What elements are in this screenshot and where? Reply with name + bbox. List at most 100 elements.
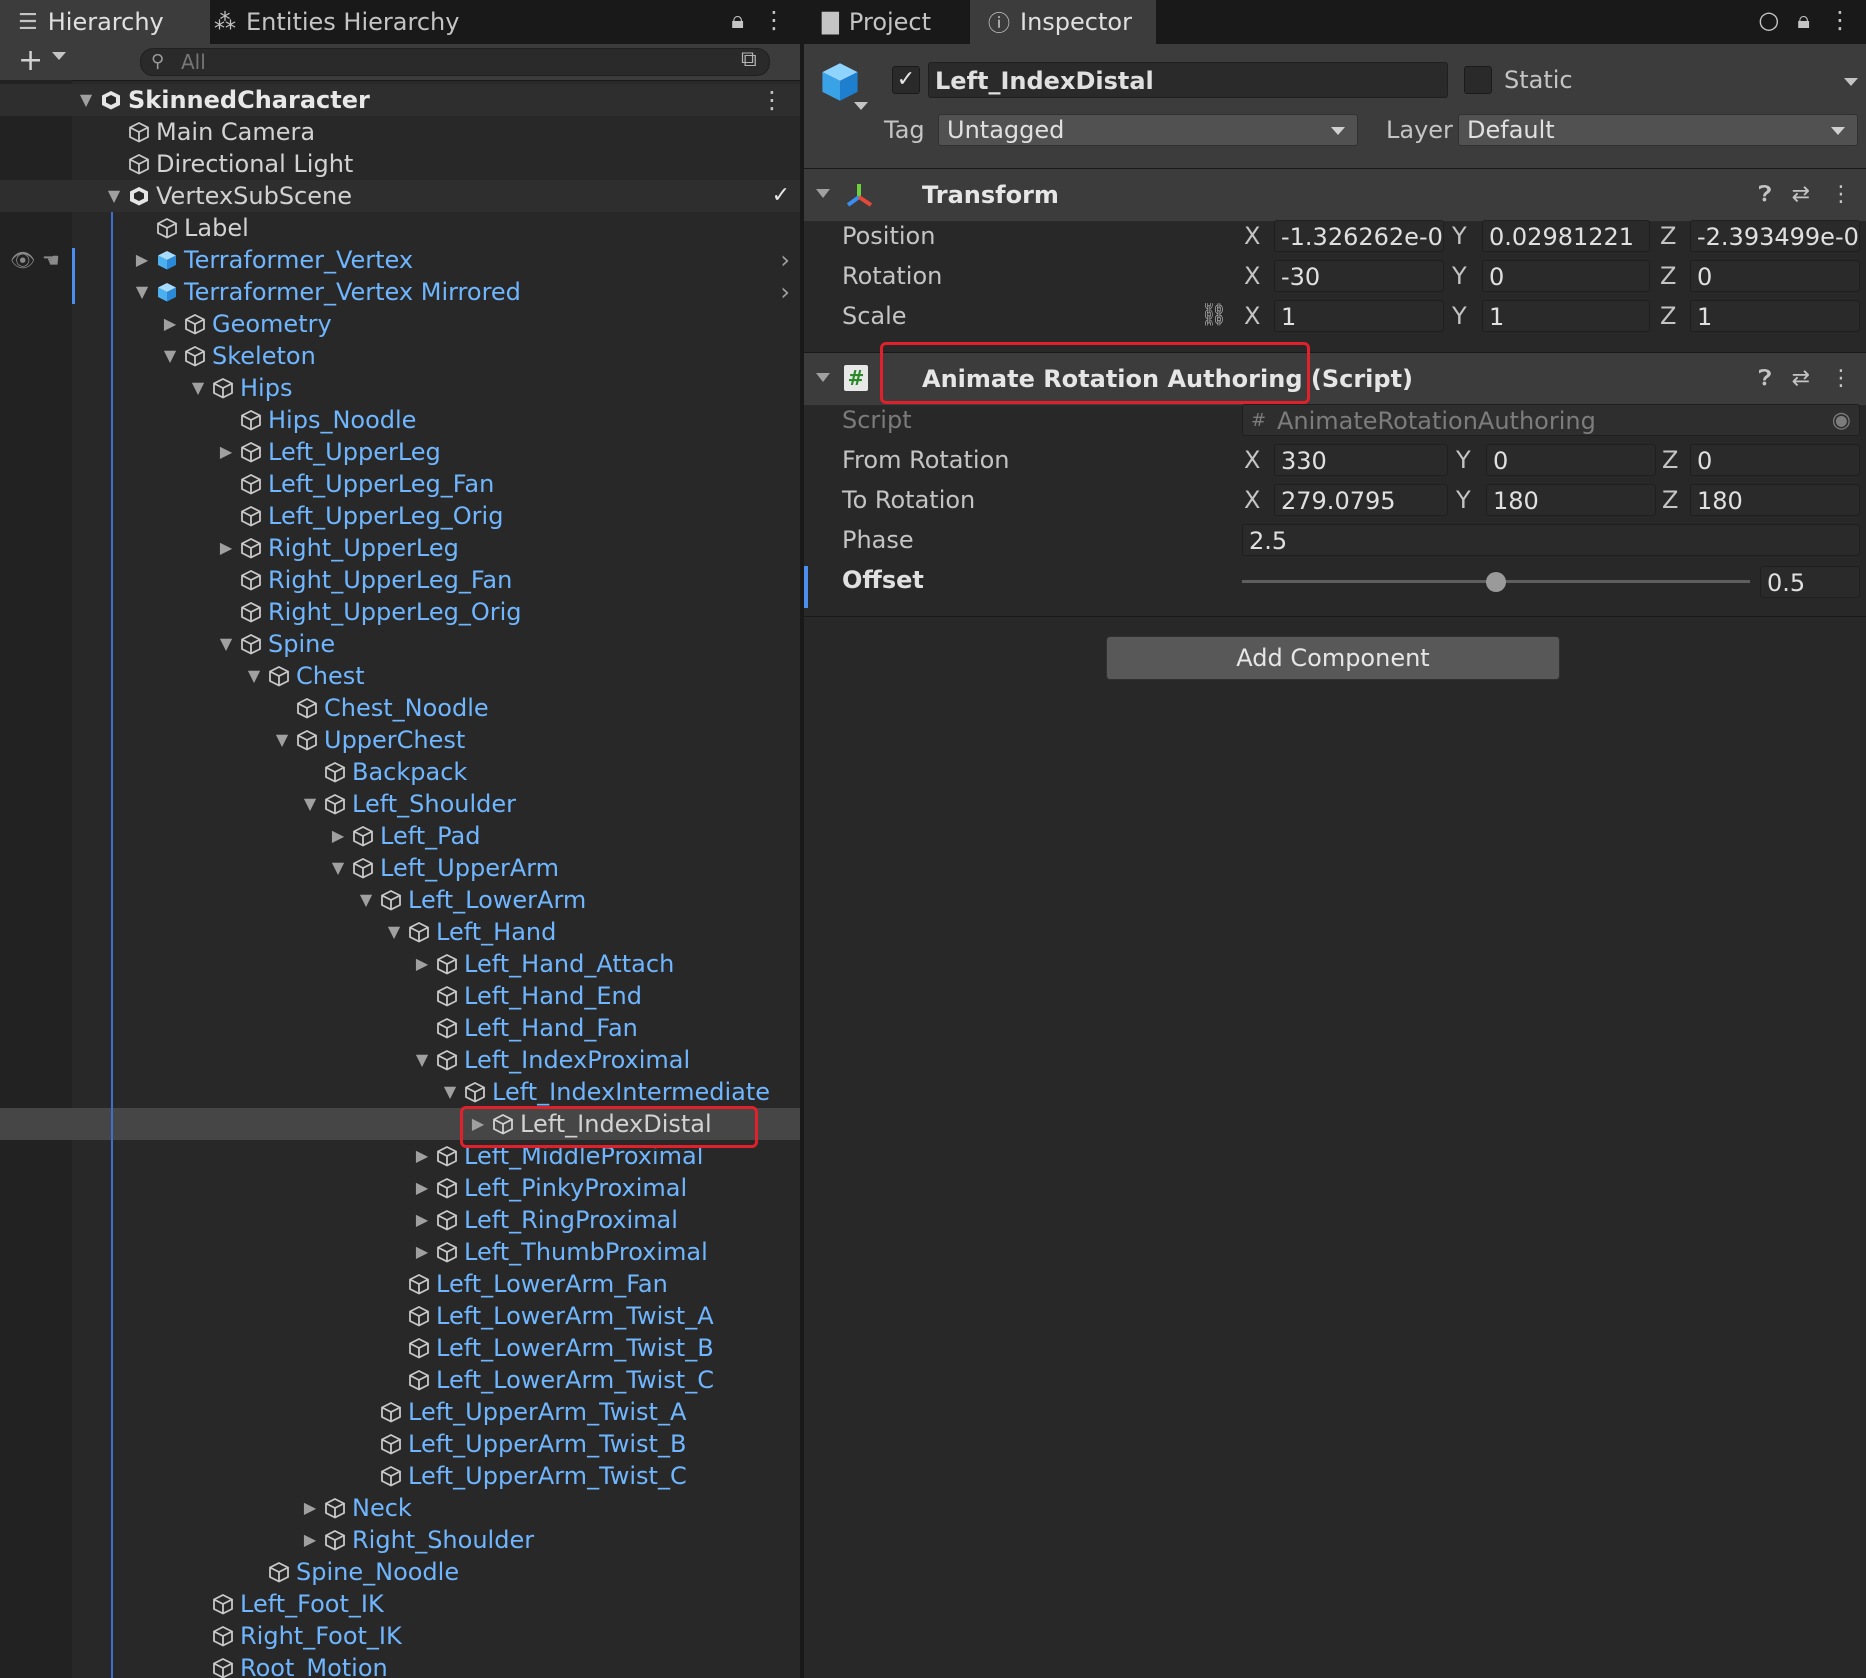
kebab-menu-icon[interactable]: ⋮ <box>760 84 784 116</box>
lock-icon[interactable]: 🔒︎ <box>1797 6 1810 34</box>
expand-closed-arrow-icon[interactable]: ▶ <box>162 308 178 340</box>
hierarchy-row[interactable]: ▼ Left_IndexIntermediate <box>0 1076 800 1108</box>
expand-open-arrow-icon[interactable]: ▼ <box>358 884 374 916</box>
rotation-y-field[interactable]: 0 <box>1482 260 1650 292</box>
to-rotation-z-field[interactable]: 180 <box>1690 484 1860 516</box>
hierarchy-row[interactable]: ▶ Left_RingProximal <box>0 1204 800 1236</box>
hierarchy-row[interactable]: ▼ Spine <box>0 628 800 660</box>
tab-project[interactable]: ▇ Project <box>804 0 970 44</box>
rotation-x-field[interactable]: -30 <box>1274 260 1444 292</box>
expand-closed-arrow-icon[interactable]: ▶ <box>414 1204 430 1236</box>
add-object-button[interactable]: + <box>18 46 43 76</box>
hierarchy-row[interactable]: ▶ Left_PinkyProximal <box>0 1172 800 1204</box>
presets-icon[interactable]: ⇄ <box>1792 353 1810 405</box>
hierarchy-row[interactable]: ▶ Left_Hand_Attach <box>0 948 800 980</box>
hierarchy-row[interactable]: ▶ Left_Pad <box>0 820 800 852</box>
hierarchy-row[interactable]: ▶ Left_UpperLeg <box>0 436 800 468</box>
hierarchy-row[interactable]: ▶ Left_ThumbProximal <box>0 1236 800 1268</box>
hierarchy-row[interactable]: Left_LowerArm_Twist_B <box>0 1332 800 1364</box>
scale-z-field[interactable]: 1 <box>1690 300 1860 332</box>
hierarchy-row[interactable]: ▼ UpperChest <box>0 724 800 756</box>
fold-arrow-icon[interactable] <box>816 373 830 382</box>
hierarchy-row[interactable]: Hips_Noodle <box>0 404 800 436</box>
hierarchy-row[interactable]: Left_Hand_End <box>0 980 800 1012</box>
expand-open-arrow-icon[interactable]: ▼ <box>442 1076 458 1108</box>
layer-dropdown[interactable]: Default <box>1458 114 1858 146</box>
tab-entities-hierarchy[interactable]: ⁂ Entities Hierarchy <box>196 0 477 44</box>
hierarchy-row[interactable]: ▼ Skeleton <box>0 340 800 372</box>
lock-icon[interactable]: 🔒︎ <box>731 6 744 34</box>
object-name-field[interactable]: Left_IndexDistal <box>928 62 1448 98</box>
hierarchy-row[interactable]: Left_LowerArm_Twist_A <box>0 1300 800 1332</box>
hierarchy-row[interactable]: ▼ Chest <box>0 660 800 692</box>
hierarchy-row[interactable]: Root_Motion <box>0 1652 800 1678</box>
from-rotation-z-field[interactable]: 0 <box>1690 444 1860 476</box>
expand-open-arrow-icon[interactable]: ▼ <box>302 788 318 820</box>
offset-slider-knob[interactable] <box>1486 572 1506 592</box>
hierarchy-row[interactable]: Backpack <box>0 756 800 788</box>
from-rotation-y-field[interactable]: 0 <box>1486 444 1656 476</box>
visibility-eye-icon[interactable]: 👁︎ <box>10 244 35 276</box>
add-component-button[interactable]: Add Component <box>1106 636 1560 680</box>
to-rotation-x-field[interactable]: 279.0795 <box>1274 484 1448 516</box>
scale-y-field[interactable]: 1 <box>1482 300 1650 332</box>
phase-field[interactable]: 2.5 <box>1242 524 1860 556</box>
hierarchy-row[interactable]: Left_LowerArm_Twist_C <box>0 1364 800 1396</box>
open-prefab-arrow-icon[interactable]: › <box>780 244 790 276</box>
help-icon[interactable]: ❓︎ <box>1758 353 1771 405</box>
hierarchy-row[interactable]: Right_UpperLeg_Orig <box>0 596 800 628</box>
hierarchy-row[interactable]: Left_UpperArm_Twist_B <box>0 1428 800 1460</box>
constrain-proportions-link-icon[interactable]: ⛓ <box>1200 300 1228 332</box>
hierarchy-row[interactable]: ▶ Right_UpperLeg <box>0 532 800 564</box>
active-checkbox[interactable]: ✓ <box>892 66 920 94</box>
check-icon[interactable]: ✓ <box>772 180 790 212</box>
hierarchy-row[interactable]: Spine_Noodle <box>0 1556 800 1588</box>
fold-arrow-icon[interactable] <box>816 189 830 198</box>
hierarchy-row[interactable]: Directional Light <box>0 148 800 180</box>
kebab-menu-icon[interactable]: ⋮ <box>762 6 786 34</box>
hierarchy-row[interactable]: ▼ Left_LowerArm <box>0 884 800 916</box>
hierarchy-row[interactable]: Left_Hand_Fan <box>0 1012 800 1044</box>
hierarchy-row[interactable]: Left_UpperLeg_Orig <box>0 500 800 532</box>
presets-icon[interactable]: ⇄ <box>1792 169 1810 221</box>
expand-open-arrow-icon[interactable]: ▼ <box>414 1044 430 1076</box>
object-picker-icon[interactable]: ◉ <box>1832 405 1851 435</box>
expand-closed-arrow-icon[interactable]: ▶ <box>414 1172 430 1204</box>
kebab-menu-icon[interactable]: ⋮ <box>1828 6 1852 34</box>
expand-open-arrow-icon[interactable]: ▼ <box>274 724 290 756</box>
expand-closed-arrow-icon[interactable]: ▶ <box>134 244 150 276</box>
hierarchy-row[interactable]: ▼ Left_UpperArm <box>0 852 800 884</box>
expand-open-arrow-icon[interactable]: ▼ <box>106 180 122 212</box>
to-rotation-y-field[interactable]: 180 <box>1486 484 1656 516</box>
hierarchy-row[interactable]: ▶ Geometry <box>0 308 800 340</box>
pickable-hand-icon[interactable]: ☚ <box>42 244 60 276</box>
expand-closed-arrow-icon[interactable]: ▶ <box>218 532 234 564</box>
rotation-z-field[interactable]: 0 <box>1690 260 1860 292</box>
transform-component-header[interactable]: Transform ❓︎ ⇄ ⋮ <box>804 168 1866 222</box>
hierarchy-row[interactable]: ▼ VertexSubScene ✓ <box>0 180 800 212</box>
open-prefab-arrow-icon[interactable]: › <box>780 276 790 308</box>
help-icon[interactable]: ❓︎ <box>1758 169 1771 221</box>
tag-dropdown[interactable]: Untagged <box>938 114 1358 146</box>
hierarchy-row[interactable]: Main Camera <box>0 116 800 148</box>
hierarchy-row[interactable]: Left_UpperArm_Twist_A <box>0 1396 800 1428</box>
hierarchy-row[interactable]: ▶ Terraformer_Vertex › 👁︎ ☚ <box>0 244 800 276</box>
kebab-menu-icon[interactable]: ⋮ <box>1830 169 1852 221</box>
kebab-menu-icon[interactable]: ⋮ <box>1830 353 1852 405</box>
hierarchy-row[interactable]: ▶ Neck <box>0 1492 800 1524</box>
expand-open-arrow-icon[interactable]: ▼ <box>218 628 234 660</box>
position-x-field[interactable]: -1.326262e-0 <box>1274 220 1444 252</box>
hierarchy-row[interactable]: ▼ Left_Hand <box>0 916 800 948</box>
expand-closed-arrow-icon[interactable]: ▶ <box>330 820 346 852</box>
add-dropdown-caret-icon[interactable] <box>52 52 66 60</box>
hierarchy-row[interactable]: ▼ Hips <box>0 372 800 404</box>
expand-open-arrow-icon[interactable]: ▼ <box>162 340 178 372</box>
expand-closed-arrow-icon[interactable]: ▶ <box>302 1492 318 1524</box>
expand-open-arrow-icon[interactable]: ▼ <box>330 852 346 884</box>
expand-open-arrow-icon[interactable]: ▼ <box>386 916 402 948</box>
expand-closed-arrow-icon[interactable]: ▶ <box>414 1140 430 1172</box>
expand-open-arrow-icon[interactable]: ▼ <box>246 660 262 692</box>
expand-open-arrow-icon[interactable]: ▼ <box>190 372 206 404</box>
hierarchy-row[interactable]: ▼ Left_Shoulder <box>0 788 800 820</box>
hierarchy-row[interactable]: ▼ Left_IndexProximal <box>0 1044 800 1076</box>
